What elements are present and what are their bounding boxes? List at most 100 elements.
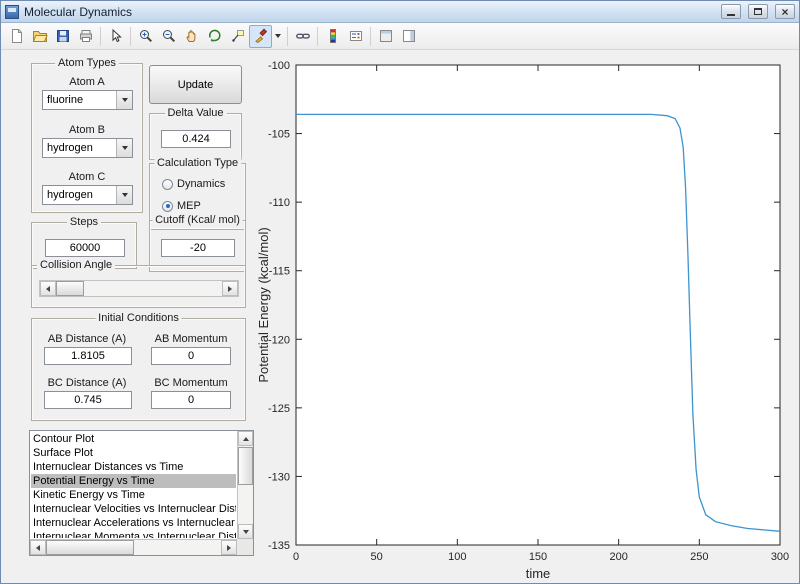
svg-text:Potential Energy (kcal/mol): Potential Energy (kcal/mol) [256,227,271,382]
radio-dynamics[interactable]: Dynamics [162,178,225,190]
svg-text:time: time [526,566,551,581]
scrollbar-corner [237,539,253,555]
listbox-horizontal-scrollbar[interactable] [30,539,237,555]
initial-conditions-panel: Initial Conditions AB Distance (A) AB Mo… [31,318,246,421]
atom-types-title: Atom Types [55,57,119,69]
insert-legend-button[interactable] [344,25,367,48]
brush-icon [253,28,269,44]
list-item[interactable]: Internuclear Accelerations vs Internucle… [31,516,236,530]
svg-text:-135: -135 [268,540,290,552]
list-item[interactable]: Internuclear Distances vs Time [31,460,236,474]
vertical-scroll-thumb[interactable] [238,447,253,485]
open-file-button[interactable] [28,25,51,48]
insert-colorbar-button[interactable] [321,25,344,48]
slider-track[interactable] [56,281,222,296]
atom-a-label: Atom A [32,76,142,88]
minimize-button[interactable] [721,4,741,19]
calculation-type-title: Calculation Type [154,157,241,169]
atom-types-panel: Atom Types Atom A fluorine Atom B hydrog… [31,63,143,213]
show-plot-tools-button[interactable] [397,25,420,48]
svg-text:0: 0 [293,551,299,563]
zoom-out-button[interactable] [157,25,180,48]
dropdown-caret-icon [275,34,281,38]
dropdown-arrow-icon[interactable] [116,91,132,109]
new-figure-button[interactable] [5,25,28,48]
list-item[interactable]: Kinetic Energy vs Time [31,488,236,502]
toolbar-separator [130,27,131,46]
hide-plot-tools-button[interactable] [374,25,397,48]
data-cursor-button[interactable] [226,25,249,48]
horizontal-scroll-track[interactable] [46,540,221,555]
save-figure-button[interactable] [51,25,74,48]
listbox-vertical-scrollbar[interactable] [237,431,253,539]
right-arrow-icon [228,286,232,292]
ab-momentum-input[interactable] [151,347,231,365]
steps-input[interactable] [45,239,125,257]
open-folder-icon [32,28,48,44]
bc-distance-label: BC Distance (A) [36,377,138,389]
list-item[interactable]: Internuclear Momenta vs Internuclear Dis… [31,530,236,538]
bc-momentum-label: BC Momentum [142,377,240,389]
svg-text:300: 300 [771,551,789,563]
colorbar-icon [325,28,341,44]
svg-text:-125: -125 [268,403,290,415]
toolbar-separator [287,27,288,46]
update-button[interactable]: Update [149,65,242,104]
list-item[interactable]: Surface Plot [31,446,236,460]
scroll-up-button[interactable] [238,431,253,446]
ab-distance-input[interactable] [44,347,132,365]
horizontal-scroll-thumb[interactable] [46,540,134,555]
list-item[interactable]: Potential Energy vs Time [31,474,236,488]
collision-angle-panel: Collision Angle [31,265,246,308]
maximize-button[interactable] [748,4,768,19]
collision-angle-slider[interactable] [39,280,239,297]
scroll-down-button[interactable] [238,524,253,539]
list-item[interactable]: Contour Plot [31,432,236,446]
svg-text:-110: -110 [269,197,290,209]
svg-text:-100: -100 [268,60,290,72]
radio-icon [162,179,173,190]
pan-button[interactable] [180,25,203,48]
print-figure-button[interactable] [74,25,97,48]
initial-conditions-title: Initial Conditions [95,312,182,324]
radio-mep[interactable]: MEP [162,200,201,212]
brush-dropdown-button[interactable] [272,25,284,48]
cutoff-input[interactable] [161,239,235,257]
zoom-in-icon [138,28,154,44]
hand-icon [184,28,200,44]
rotate-3d-button[interactable] [203,25,226,48]
title-bar: Molecular Dynamics × [1,1,799,23]
svg-text:150: 150 [529,551,547,563]
zoom-in-button[interactable] [134,25,157,48]
scroll-left-button[interactable] [30,540,46,555]
plot-axes[interactable]: 050100150200250300-135-130-125-120-115-1… [256,53,799,581]
list-item[interactable]: Internuclear Velocities vs Internuclear … [31,502,236,516]
atom-b-label: Atom B [32,124,142,136]
atom-c-select[interactable]: hydrogen [42,185,133,205]
atom-b-select[interactable]: hydrogen [42,138,133,158]
hide-plot-tools-icon [378,28,394,44]
cutoff-title: Cutoff (Kcal/ mol) [152,214,243,226]
delta-value-input[interactable] [161,130,231,148]
slider-right-arrow[interactable] [222,281,238,296]
link-plot-button[interactable] [291,25,314,48]
atom-a-select[interactable]: fluorine [42,90,133,110]
slider-thumb[interactable] [56,281,84,296]
dropdown-arrow-icon[interactable] [116,186,132,204]
link-chain-icon [295,28,311,44]
svg-text:-120: -120 [268,334,290,346]
edit-plot-button[interactable] [104,25,127,48]
vertical-scroll-track[interactable] [238,446,253,524]
close-button[interactable]: × [775,4,795,19]
legend-icon [348,28,364,44]
bc-momentum-input[interactable] [151,391,231,409]
left-arrow-icon [46,286,50,292]
bc-distance-input[interactable] [44,391,132,409]
maximize-icon [754,8,762,15]
brush-button[interactable] [249,25,272,48]
slider-left-arrow[interactable] [40,281,56,296]
dropdown-arrow-icon[interactable] [116,139,132,157]
scroll-right-button[interactable] [221,540,237,555]
svg-text:-105: -105 [268,129,290,141]
plot-type-listbox[interactable]: Contour Plot Surface Plot Internuclear D… [29,430,254,556]
